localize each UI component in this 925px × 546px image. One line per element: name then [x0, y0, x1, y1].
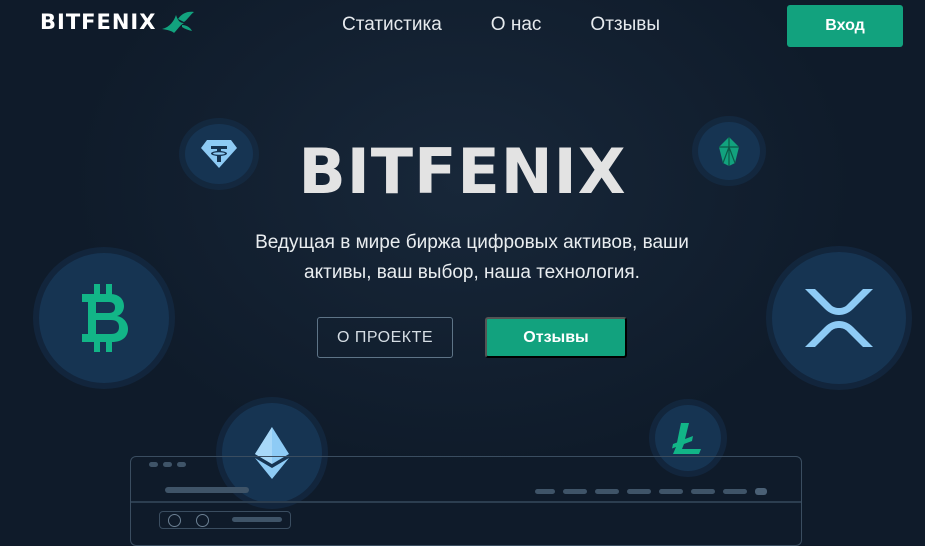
dashboard-bar [232, 517, 282, 522]
dollar-mini-icon [196, 514, 209, 527]
eos-icon [719, 137, 739, 166]
tether-coin [185, 124, 253, 184]
nav-reviews[interactable]: Отзывы [590, 14, 660, 36]
dashboard-panel [159, 511, 291, 529]
dashboard-bar [563, 489, 587, 494]
main-nav: Статистика О нас Отзывы [342, 14, 709, 36]
dashboard-bar [535, 489, 555, 494]
window-dot [163, 462, 172, 467]
bitcoin-coin [39, 253, 169, 383]
hero-subtitle-line1: Ведущая в мире биржа цифровых активов, в… [255, 232, 689, 253]
logo[interactable]: BITFENIX [40, 10, 196, 34]
litecoin-icon [672, 423, 701, 454]
hero-title: BITFENIX [298, 135, 627, 208]
dashboard-bar [627, 489, 651, 494]
login-button[interactable]: Вход [787, 5, 903, 47]
xrp-icon [805, 289, 873, 347]
dashboard-bar [755, 488, 767, 495]
dashboard-bar [595, 489, 619, 494]
tether-icon [201, 140, 237, 168]
dashboard-preview [130, 456, 802, 546]
dashboard-bar [723, 489, 747, 494]
hero-subtitle: Ведущая в мире биржа цифровых активов, в… [212, 228, 732, 288]
eos-coin [698, 122, 760, 180]
about-project-button[interactable]: О ПРОЕКТЕ [317, 317, 453, 358]
bitcoin-icon [82, 284, 128, 352]
dashboard-bar [691, 489, 715, 494]
dashboard-bar [165, 487, 249, 493]
dashboard-divider [131, 501, 801, 503]
bitcoin-mini-icon [168, 514, 181, 527]
nav-about[interactable]: О нас [491, 14, 542, 36]
window-dot [177, 462, 186, 467]
xrp-coin [772, 252, 906, 384]
nav-statistics[interactable]: Статистика [342, 14, 442, 36]
reviews-button[interactable]: Отзывы [485, 317, 627, 358]
phoenix-icon [162, 11, 195, 33]
window-dot [149, 462, 158, 467]
logo-text: BITFENIX [40, 10, 157, 34]
dashboard-bar [659, 489, 683, 494]
hero-subtitle-line2: активы, ваш выбор, наша технология. [304, 262, 640, 283]
